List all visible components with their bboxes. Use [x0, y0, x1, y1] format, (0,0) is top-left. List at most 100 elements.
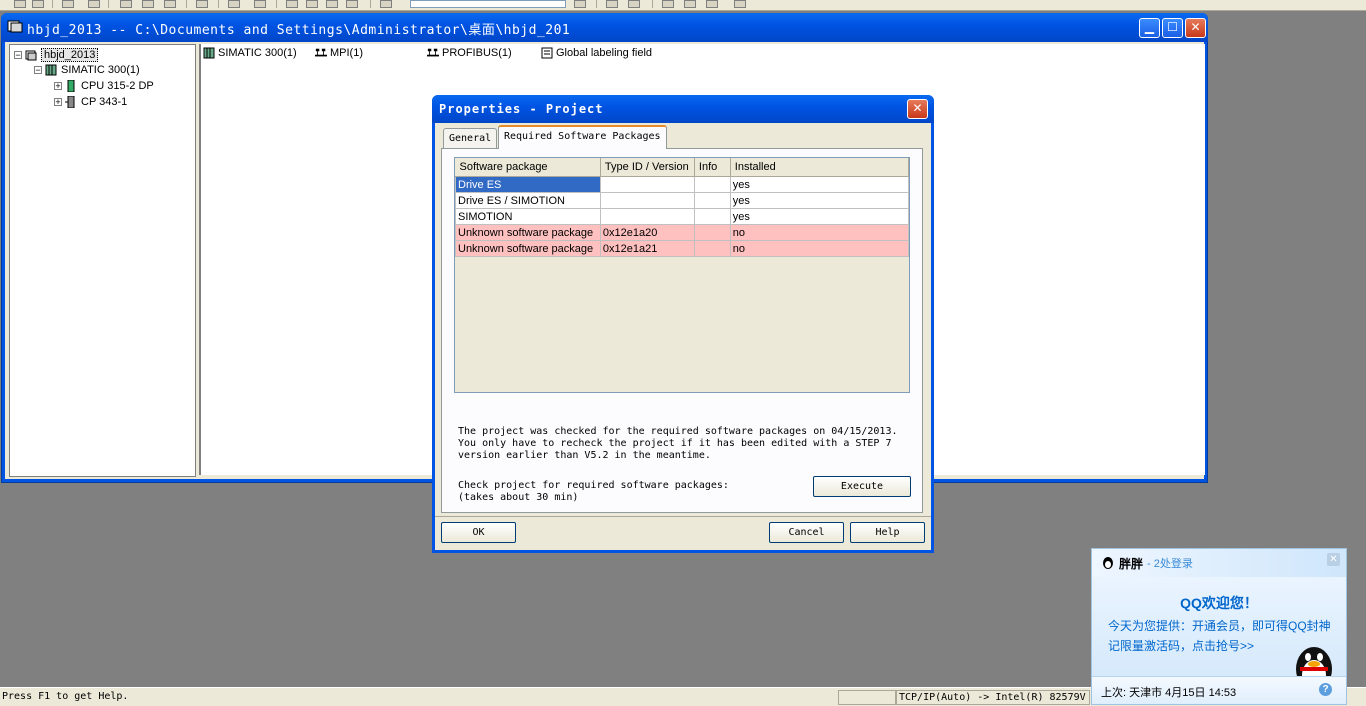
- minimize-icon: ▁: [1144, 20, 1155, 34]
- cell-info[interactable]: [693, 240, 731, 257]
- qq-promo-line-2[interactable]: 记限量激活码，点击抢号>>: [1108, 637, 1254, 654]
- dialog-close-button[interactable]: ✕: [907, 99, 928, 119]
- simatic-manager-icon[interactable]: [380, 0, 392, 8]
- cell-info[interactable]: [693, 192, 731, 209]
- help-button[interactable]: Help: [850, 522, 925, 543]
- table-row[interactable]: SIMOTION yes: [455, 208, 910, 225]
- cell-installed[interactable]: yes: [729, 208, 910, 225]
- filter-combo[interactable]: [410, 0, 566, 8]
- project-window-titlebar[interactable]: hbjd_2013 -- C:\Documents and Settings\A…: [1, 13, 1208, 42]
- object-label: SIMATIC 300(1): [218, 47, 297, 59]
- labeling-field-icon: [541, 47, 553, 59]
- list-icon[interactable]: [326, 0, 338, 8]
- cell-installed[interactable]: no: [729, 224, 910, 241]
- maximize-icon: ☐: [1167, 20, 1178, 34]
- large-icons-icon[interactable]: [286, 0, 298, 8]
- expand-icon[interactable]: +: [54, 98, 62, 107]
- execute-button[interactable]: Execute: [813, 476, 911, 497]
- tree-item-cpu[interactable]: + CPU 315-2 DP: [54, 80, 154, 92]
- status-interface: TCP/IP(Auto) -> Intel(R) 82579V: [896, 690, 1090, 705]
- qq-notification-popup[interactable]: 胖胖 - 2处登录 ✕ QQ欢迎您！ 今天为您提供：开通会员，即可得QQ封神 记…: [1091, 548, 1347, 705]
- maximize-button[interactable]: ☐: [1162, 18, 1183, 38]
- network-icon[interactable]: [628, 0, 640, 8]
- column-header-package[interactable]: Software package: [455, 158, 601, 177]
- object-profibus[interactable]: PROFIBUS(1): [427, 47, 512, 59]
- dialog-title: Properties - Project: [439, 102, 604, 116]
- toolbar-separator: [652, 0, 654, 8]
- tree-item-project[interactable]: − hbjd_2013: [14, 48, 99, 62]
- tree-item-station[interactable]: − SIMATIC 300(1): [34, 64, 140, 76]
- offline-icon[interactable]: [254, 0, 266, 8]
- tab-required-software-packages[interactable]: Required Software Packages: [498, 125, 667, 149]
- cell-info[interactable]: [693, 224, 731, 241]
- cell-info[interactable]: [693, 176, 731, 193]
- station-icon: [203, 47, 215, 59]
- close-button[interactable]: ✕: [1185, 18, 1206, 38]
- cell-installed[interactable]: yes: [729, 192, 910, 209]
- cell-info[interactable]: [693, 208, 731, 225]
- online-icon[interactable]: [228, 0, 240, 8]
- window-tile-icon[interactable]: [684, 0, 696, 8]
- toolbar-separator: [370, 0, 372, 8]
- toolbar-separator: [596, 0, 598, 8]
- open-icon[interactable]: [32, 0, 44, 8]
- dialog-titlebar[interactable]: Properties - Project ✕: [432, 95, 934, 123]
- column-header-installed[interactable]: Installed: [730, 158, 910, 177]
- tree-item-cp[interactable]: + CP 343-1: [54, 96, 127, 108]
- memory-card-icon[interactable]: [88, 0, 100, 8]
- qq-body[interactable]: QQ欢迎您！ 今天为您提供：开通会员，即可得QQ封神 记限量激活码，点击抢号>>: [1092, 577, 1346, 691]
- qq-login-note[interactable]: - 2处登录: [1147, 555, 1193, 571]
- cell-package[interactable]: Drive ES: [455, 176, 601, 193]
- cancel-button[interactable]: Cancel: [769, 522, 844, 543]
- qq-promo-line-1[interactable]: 今天为您提供：开通会员，即可得QQ封神: [1108, 617, 1331, 634]
- tab-panel: Software package Type ID / Version Info …: [441, 148, 923, 513]
- cell-installed[interactable]: no: [729, 240, 910, 257]
- column-header-info[interactable]: Info: [694, 158, 731, 177]
- ok-button[interactable]: OK: [441, 522, 516, 543]
- object-station[interactable]: SIMATIC 300(1): [203, 47, 297, 59]
- download-icon[interactable]: [196, 0, 208, 8]
- collapse-icon[interactable]: −: [34, 66, 42, 75]
- object-label: PROFIBUS(1): [442, 47, 512, 59]
- copy-icon[interactable]: [142, 0, 154, 8]
- cell-installed[interactable]: yes: [729, 176, 910, 193]
- main-toolbar: [0, 0, 1366, 11]
- tab-general[interactable]: General: [443, 128, 498, 148]
- cell-package[interactable]: SIMOTION: [455, 208, 601, 225]
- minimize-button[interactable]: ▁: [1139, 18, 1160, 38]
- cell-type[interactable]: 0x12e1a21: [599, 240, 695, 257]
- accessible-nodes-icon[interactable]: [62, 0, 74, 8]
- properties-dialog: Properties - Project ✕ General Required …: [432, 95, 934, 553]
- cell-package[interactable]: Unknown software package: [455, 240, 601, 257]
- qq-help-icon[interactable]: ?: [1319, 683, 1332, 696]
- table-row[interactable]: Unknown software package 0x12e1a21 no: [455, 240, 910, 257]
- cell-type[interactable]: [599, 192, 695, 209]
- details-icon[interactable]: [346, 0, 358, 8]
- collapse-icon[interactable]: −: [14, 51, 22, 60]
- object-label: Global labeling field: [556, 47, 653, 59]
- table-row[interactable]: Unknown software package 0x12e1a20 no: [455, 224, 910, 241]
- window-arrange-icon[interactable]: [706, 0, 718, 8]
- window-cascade-icon[interactable]: [662, 0, 674, 8]
- cell-package[interactable]: Drive ES / SIMOTION: [455, 192, 601, 209]
- netpro-icon[interactable]: [606, 0, 618, 8]
- filter-icon[interactable]: [574, 0, 586, 8]
- cell-type[interactable]: 0x12e1a20: [599, 224, 695, 241]
- column-header-type[interactable]: Type ID / Version: [600, 158, 695, 177]
- table-row[interactable]: Drive ES / SIMOTION yes: [455, 192, 910, 209]
- cell-type[interactable]: [599, 176, 695, 193]
- paste-icon[interactable]: [164, 0, 176, 8]
- help-icon[interactable]: [734, 0, 746, 8]
- object-global-labeling[interactable]: Global labeling field: [541, 47, 652, 59]
- toolbar-separator: [186, 0, 188, 8]
- cell-type[interactable]: [599, 208, 695, 225]
- table-row[interactable]: Drive ES yes: [455, 176, 910, 193]
- small-icons-icon[interactable]: [306, 0, 318, 8]
- project-icon: [7, 20, 23, 33]
- cell-package[interactable]: Unknown software package: [455, 224, 601, 241]
- expand-icon[interactable]: +: [54, 82, 62, 91]
- new-icon[interactable]: [14, 0, 26, 8]
- cut-icon[interactable]: [120, 0, 132, 8]
- object-mpi[interactable]: MPI(1): [315, 47, 363, 59]
- qq-close-icon[interactable]: ✕: [1327, 553, 1340, 566]
